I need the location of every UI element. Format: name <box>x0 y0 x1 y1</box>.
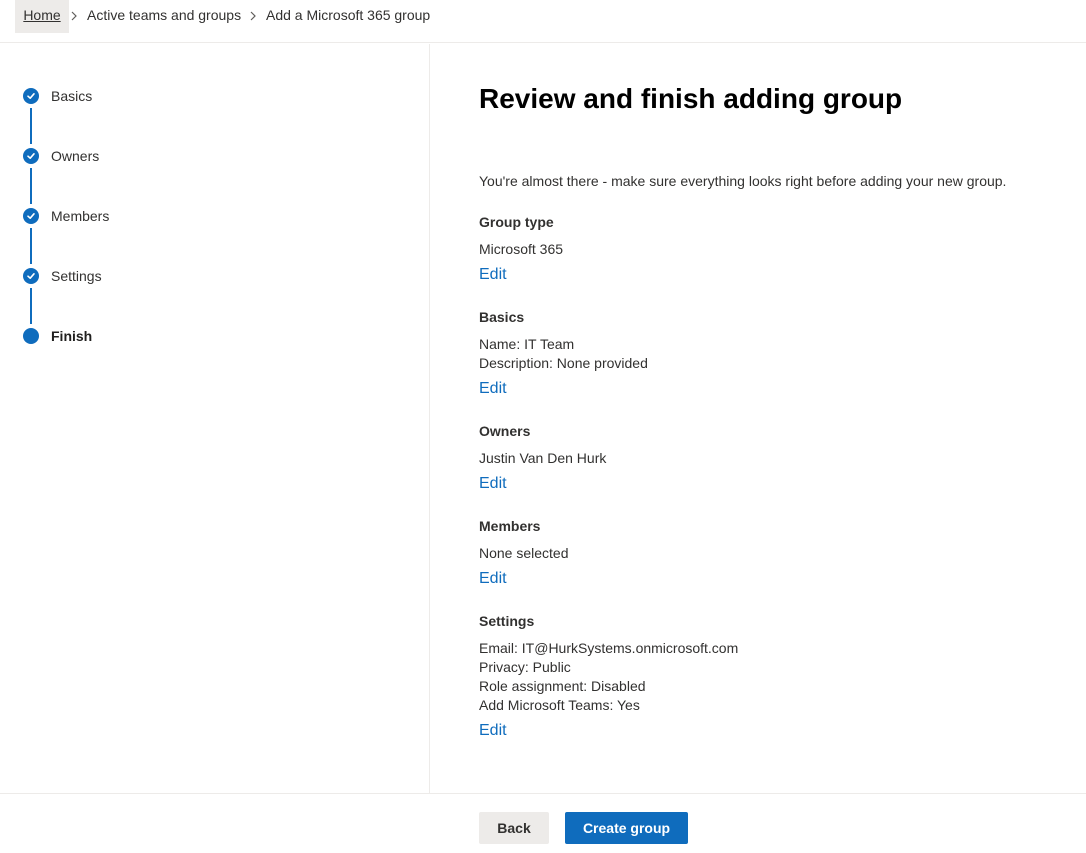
section-title: Basics <box>479 309 525 325</box>
edit-group-type-link[interactable]: Edit <box>479 264 507 286</box>
section-title: Owners <box>479 423 531 439</box>
section-details: Name: IT Team Description: None provided <box>479 335 1059 373</box>
detail-line: Email: IT@HurkSystems.onmicrosoft.com <box>479 640 739 656</box>
section-group-type: Group type Microsoft 365 Edit <box>479 213 1059 286</box>
section-owners: Owners Justin Van Den Hurk Edit <box>479 422 1059 495</box>
step-connector <box>30 168 32 204</box>
checkmark-icon <box>23 88 39 104</box>
chevron-right-icon <box>69 0 79 31</box>
section-details: None selected <box>479 544 1059 563</box>
intro-text: You're almost there - make sure everythi… <box>479 173 1007 189</box>
step-connector <box>30 108 32 144</box>
section-details: Microsoft 365 <box>479 240 1059 259</box>
breadcrumb: Home Active teams and groups Add a Micro… <box>0 0 1086 43</box>
breadcrumb-home-link[interactable]: Home <box>15 0 69 33</box>
step-label: Finish <box>51 328 93 344</box>
filled-circle-icon <box>23 328 39 344</box>
step-label: Settings <box>51 268 102 284</box>
detail-line: Add Microsoft Teams: Yes <box>479 697 640 713</box>
section-settings: Settings Email: IT@HurkSystems.onmicroso… <box>479 612 1059 742</box>
checkmark-icon <box>23 208 39 224</box>
section-title: Members <box>479 518 541 534</box>
section-details: Email: IT@HurkSystems.onmicrosoft.com Pr… <box>479 639 1059 715</box>
edit-settings-link[interactable]: Edit <box>479 720 507 742</box>
wizard-footer: Back Create group <box>0 793 1086 853</box>
detail-line: Justin Van Den Hurk <box>479 450 607 466</box>
checkmark-icon <box>23 148 39 164</box>
detail-line: Name: IT Team <box>479 336 575 352</box>
edit-members-link[interactable]: Edit <box>479 568 507 590</box>
step-connector <box>30 288 32 324</box>
detail-line: Role assignment: Disabled <box>479 678 646 694</box>
section-members: Members None selected Edit <box>479 517 1059 590</box>
section-title: Settings <box>479 613 535 629</box>
section-basics: Basics Name: IT Team Description: None p… <box>479 308 1059 400</box>
step-label: Members <box>51 208 110 224</box>
chevron-right-icon <box>248 0 258 31</box>
detail-line: Description: None provided <box>479 355 648 371</box>
detail-line: None selected <box>479 545 569 561</box>
checkmark-icon <box>23 268 39 284</box>
breadcrumb-current-page: Add a Microsoft 365 group <box>266 7 431 23</box>
detail-line: Privacy: Public <box>479 659 571 675</box>
edit-owners-link[interactable]: Edit <box>479 473 507 495</box>
section-details: Justin Van Den Hurk <box>479 449 1059 468</box>
step-connector <box>30 228 32 264</box>
page-title: Review and finish adding group <box>479 83 903 114</box>
edit-basics-link[interactable]: Edit <box>479 378 507 400</box>
breadcrumb-active-teams-link[interactable]: Active teams and groups <box>87 0 241 33</box>
wizard-stepper: Basics Owners Members Settings Finish <box>0 44 430 793</box>
step-label: Basics <box>51 88 93 104</box>
section-title: Group type <box>479 214 554 230</box>
create-group-button[interactable]: Create group <box>565 812 688 844</box>
step-label: Owners <box>51 148 100 164</box>
detail-line: Microsoft 365 <box>479 241 564 257</box>
back-button[interactable]: Back <box>479 812 549 844</box>
